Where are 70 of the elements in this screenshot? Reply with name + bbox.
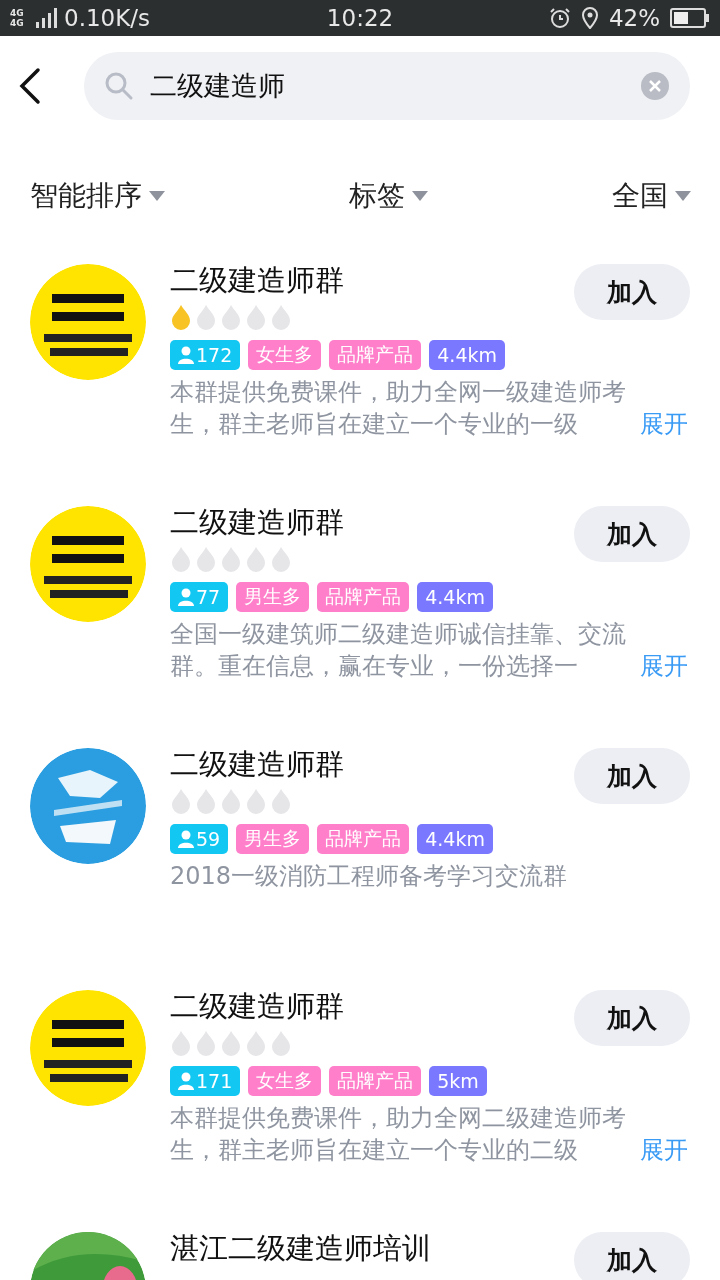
label-tag: 品牌产品: [329, 340, 422, 370]
flame-icon: [170, 304, 192, 330]
group-name: 二级建造师群: [170, 988, 345, 1024]
distance-tag: 4.4km: [429, 340, 505, 370]
group-name: 二级建造师群: [170, 262, 345, 298]
signal-icon: [36, 8, 58, 28]
member-count-tag: 77: [170, 582, 229, 612]
flame-icon: [170, 546, 192, 572]
flame-icon: [245, 788, 267, 814]
flame-icon: [170, 788, 192, 814]
distance-tag: 4.4km: [417, 582, 493, 612]
filter-dropdown[interactable]: 全国: [612, 177, 692, 215]
group-description: 本群提供免费课件，助力全网一级建造师考生，群主老师旨在建立一个专业的一级: [170, 377, 627, 440]
member-count-tag: 172: [170, 340, 241, 370]
search-icon: [104, 71, 134, 101]
dropdown-icon: [148, 190, 166, 202]
join-button[interactable]: 加入: [574, 990, 690, 1046]
member-count-tag: 59: [170, 824, 229, 854]
join-button[interactable]: 加入: [574, 748, 690, 804]
flame-icon: [220, 546, 242, 572]
flame-icon: [195, 788, 217, 814]
battery-icon: [670, 8, 710, 28]
group-name: 二级建造师群: [170, 504, 345, 540]
flame-icon: [245, 1030, 267, 1056]
network-label: 4G 4G: [10, 8, 25, 28]
search-field[interactable]: 二级建造师: [84, 52, 690, 120]
label-tag: 男生多: [236, 582, 310, 612]
flame-icon: [195, 546, 217, 572]
group-description: 2018一级消防工程师备考学习交流群: [170, 861, 569, 892]
dropdown-icon: [411, 190, 429, 202]
flame-icon: [245, 304, 267, 330]
flame-icon: [220, 788, 242, 814]
flame-icon: [270, 788, 292, 814]
person-icon: [178, 1072, 194, 1090]
flame-icon: [270, 546, 292, 572]
flame-icon: [245, 546, 267, 572]
group-description: 本群提供免费课件，助力全网二级建造师考生，群主老师旨在建立一个专业的二级: [170, 1103, 627, 1166]
person-icon: [178, 588, 194, 606]
alarm-icon: [548, 7, 571, 29]
label-tag: 品牌产品: [317, 824, 410, 854]
join-button[interactable]: 加入: [574, 1232, 690, 1280]
flame-icon: [270, 1030, 292, 1056]
flame-icon: [195, 304, 217, 330]
label-tag: 品牌产品: [329, 1066, 422, 1096]
group-name: 二级建造师群: [170, 746, 345, 782]
label-tag: 品牌产品: [317, 582, 410, 612]
label-tag: 女生多: [248, 1066, 322, 1096]
flame-icon: [195, 1030, 217, 1056]
group-description: 全国一级建筑师二级建造师诚信挂靠、交流群。重在信息，赢在专业，一份选择一: [170, 619, 627, 682]
network-speed: 0.10K/s: [64, 5, 151, 31]
location-icon: [580, 7, 599, 29]
battery-percent: 42%: [608, 5, 660, 31]
filter-dropdown[interactable]: 智能排序: [30, 177, 166, 215]
flame-icon: [220, 1030, 242, 1056]
person-icon: [178, 830, 194, 848]
filter-dropdown[interactable]: 标签: [349, 177, 429, 215]
flame-icon: [270, 304, 292, 330]
label-tag: 女生多: [248, 340, 322, 370]
clock: 10:22: [326, 5, 394, 31]
flame-icon: [170, 1030, 192, 1056]
person-icon: [178, 346, 194, 364]
dropdown-icon: [674, 190, 692, 202]
group-name: 湛江二级建造师培训: [170, 1230, 432, 1266]
flame-icon: [220, 304, 242, 330]
distance-tag: 4.4km: [417, 824, 493, 854]
join-button[interactable]: 加入: [574, 506, 690, 562]
distance-tag: 5km: [429, 1066, 487, 1096]
join-button[interactable]: 加入: [574, 264, 690, 320]
label-tag: 男生多: [236, 824, 310, 854]
member-count-tag: 171: [170, 1066, 241, 1096]
